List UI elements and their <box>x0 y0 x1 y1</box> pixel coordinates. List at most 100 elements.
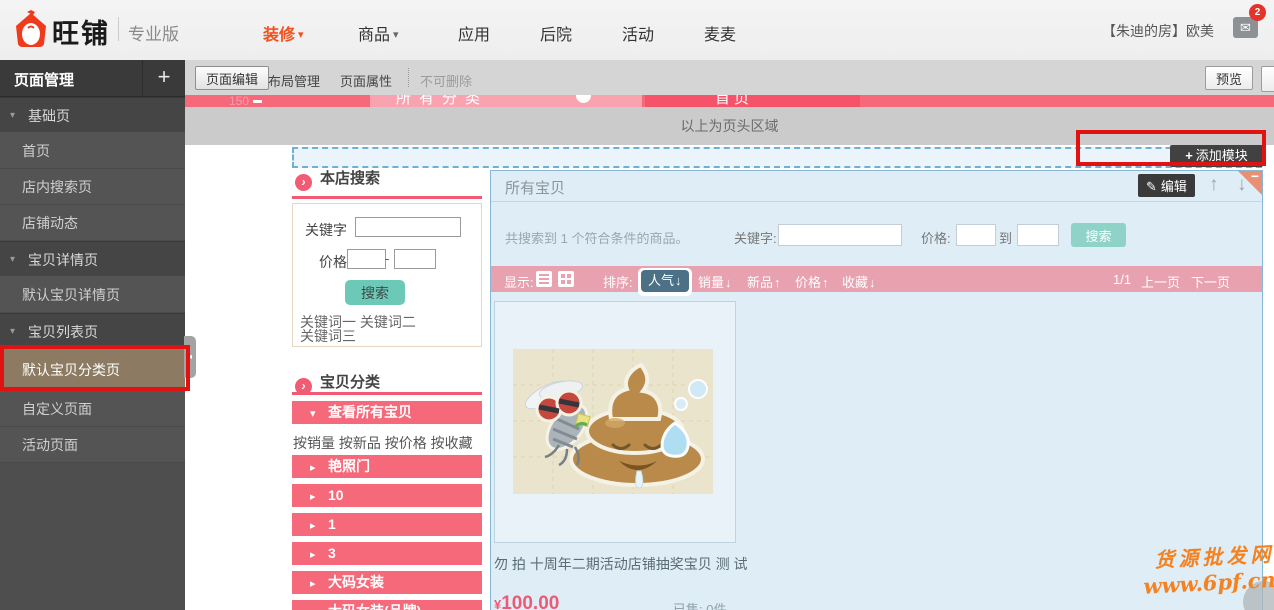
preview-button[interactable]: 预览 <box>1205 66 1253 90</box>
to-label: 到 <box>999 228 1012 247</box>
clipped-nav-text: 首页 <box>715 95 860 107</box>
sort-newest[interactable]: 新品↑ <box>747 272 781 291</box>
panel-price-min-input[interactable] <box>956 224 996 246</box>
category-button[interactable]: ▸大码女装 <box>292 571 482 594</box>
undeletable-label: 不可删除 <box>420 71 472 90</box>
sort-favorites[interactable]: 收藏↓ <box>842 272 876 291</box>
module-title-rule <box>292 392 482 395</box>
nav-activity[interactable]: 活动 <box>622 21 654 45</box>
list-view-icon[interactable] <box>536 271 552 287</box>
chevron-right-icon: ▸ <box>310 486 328 509</box>
sort-price[interactable]: 价格↑ <box>795 272 829 291</box>
add-page-button[interactable]: + <box>142 60 185 96</box>
nav-backyard[interactable]: 后院 <box>540 21 572 45</box>
sidebar-group-item-list[interactable]: ▾ 宝贝列表页 <box>0 313 185 349</box>
product-card <box>494 301 736 543</box>
keyword-links[interactable]: 关键词三 <box>300 326 356 346</box>
wangpu-logo-icon[interactable] <box>14 10 48 48</box>
top-header: 旺铺 专业版 装修▾ 商品▾ 应用 后院 活动 麦麦 【朱迪的房】欧美 ✉ 2 <box>0 0 1274 61</box>
chevron-down-icon: ▾ <box>10 98 15 134</box>
sort-down-icon: ↓ <box>869 275 876 290</box>
module-search-button[interactable]: 搜索 <box>345 280 405 305</box>
panel-keyword-input[interactable] <box>778 224 902 246</box>
sidebar-header: 页面管理 + <box>0 60 185 97</box>
nav-products[interactable]: 商品▾ <box>358 21 399 45</box>
shop-search-module: 关键字 价格 - 搜索 关键词一 关键词二 关键词三 <box>292 203 482 347</box>
price-range-dash: - <box>385 251 389 266</box>
toolbar-divider <box>408 68 409 87</box>
sidebar-collapse-handle[interactable]: ◂ <box>184 336 196 378</box>
add-module-button[interactable]: +添加模块 <box>1170 145 1263 167</box>
category-button[interactable]: ▸1 <box>292 513 482 536</box>
sidebar-item-default-category-page[interactable]: 默认宝贝分类页 <box>0 349 185 391</box>
price-max-input[interactable] <box>394 249 436 269</box>
next-page-link[interactable]: 下一页 <box>1191 272 1230 291</box>
sidebar-item-default-item-detail[interactable]: 默认宝贝详情页 <box>0 277 185 313</box>
prev-page-link[interactable]: 上一页 <box>1141 272 1180 291</box>
grid-view-icon[interactable] <box>558 271 574 287</box>
product-image[interactable] <box>513 349 713 494</box>
price-min-input[interactable] <box>347 249 386 269</box>
mail-unread-badge: 2 <box>1249 4 1266 21</box>
pencil-icon: ✎ <box>1146 179 1157 194</box>
nav-decorate[interactable]: 装修▾ <box>263 21 304 45</box>
chevron-right-icon: ▸ <box>310 457 328 480</box>
tab-layout-manage[interactable]: 布局管理 <box>268 71 320 90</box>
nav-apps[interactable]: 应用 <box>458 21 490 45</box>
account-name[interactable]: 【朱迪的房】欧美 <box>1102 21 1214 41</box>
sort-popularity-active[interactable]: 人气↓ <box>638 268 692 296</box>
sidebar-group-label: 基础页 <box>28 108 70 124</box>
sidebar-item-custom-page[interactable]: 自定义页面 <box>0 391 185 427</box>
sidebar-item-shop-dynamics[interactable]: 店铺动态 <box>0 205 185 241</box>
ruler-value: 150 <box>229 95 249 107</box>
keyword-label: 关键字: <box>734 228 777 247</box>
add-module-dropzone[interactable] <box>292 147 1262 168</box>
category-button[interactable]: ▸3 <box>292 542 482 565</box>
module-bullet-icon: › <box>295 174 312 191</box>
clipped-toolbar-button[interactable] <box>1261 66 1274 92</box>
logo-text: 旺铺 <box>52 12 110 51</box>
panel-header: 所有宝贝 ✎编辑 ↑ ↓ − <box>491 171 1262 202</box>
clipped-nav-text: 所有分类 <box>396 95 642 107</box>
sort-up-icon: ↑ <box>774 275 781 290</box>
nav-maimai[interactable]: 麦麦 <box>704 21 736 45</box>
minus-icon <box>253 100 262 103</box>
product-title[interactable]: 勿 拍 十周年二期活动店铺抽奖宝贝 测 试 <box>494 554 754 574</box>
page-indicator: 1/1 <box>1113 272 1131 287</box>
app-window: 旺铺 专业版 装修▾ 商品▾ 应用 后院 活动 麦麦 【朱迪的房】欧美 ✉ 2 … <box>0 0 1274 610</box>
shop-nav-segment: 所有分类 <box>370 95 642 107</box>
view-all-items-button[interactable]: ▾查看所有宝贝 <box>292 401 482 424</box>
category-filter-links[interactable]: 按销量 按新品 按价格 按收藏 <box>293 433 473 453</box>
sidebar-group-basic-pages[interactable]: ▾ 基础页 <box>0 97 185 133</box>
module-title-rule <box>292 196 482 199</box>
move-up-icon[interactable]: ↑ <box>1209 174 1219 196</box>
sidebar-group-label: 宝贝列表页 <box>28 324 98 340</box>
category-button[interactable]: ▸艳照门 <box>292 455 482 478</box>
chevron-right-icon: ▸ <box>310 573 328 596</box>
header-area-divider: 以上为页头区域 <box>185 107 1274 145</box>
sort-sales[interactable]: 销量↓ <box>698 272 732 291</box>
shop-nav-clipped-bar: 150 所有分类 首页 <box>185 95 1274 107</box>
panel-search-button[interactable]: 搜索 <box>1071 223 1126 247</box>
keyword-input[interactable] <box>355 217 461 237</box>
product-price: ¥100.00 <box>494 593 559 610</box>
category-button[interactable]: ▾大码女装(品牌) <box>292 600 482 610</box>
sidebar-item-shop-search[interactable]: 店内搜索页 <box>0 169 185 205</box>
sidebar-group-item-detail[interactable]: ▾ 宝贝详情页 <box>0 241 185 277</box>
chevron-down-icon: ▾ <box>10 314 15 350</box>
category-button[interactable]: ▸10 <box>292 484 482 507</box>
editor-canvas: 150 所有分类 首页 以上为页头区域 +添加模块 ›本店搜索 关键字 价格 -… <box>185 95 1274 610</box>
sidebar-group-label: 宝贝详情页 <box>28 252 98 268</box>
shop-search-module-title: ›本店搜索 <box>295 167 485 189</box>
sort-down-icon: ↓ <box>675 273 682 288</box>
sidebar-item-activity-page[interactable]: 活动页面 <box>0 427 185 463</box>
chevron-down-icon: ▾ <box>10 242 15 278</box>
panel-price-max-input[interactable] <box>1017 224 1059 246</box>
chevron-down-icon: ▾ <box>393 29 399 41</box>
sidebar-item-home[interactable]: 首页 <box>0 133 185 169</box>
edit-module-button[interactable]: ✎编辑 <box>1138 174 1195 197</box>
shop-nav-segment: 首页 <box>645 95 860 107</box>
sort-label: 排序: <box>603 272 633 291</box>
tab-page-edit[interactable]: 页面编辑 <box>195 66 269 90</box>
tab-page-properties[interactable]: 页面属性 <box>340 71 392 90</box>
